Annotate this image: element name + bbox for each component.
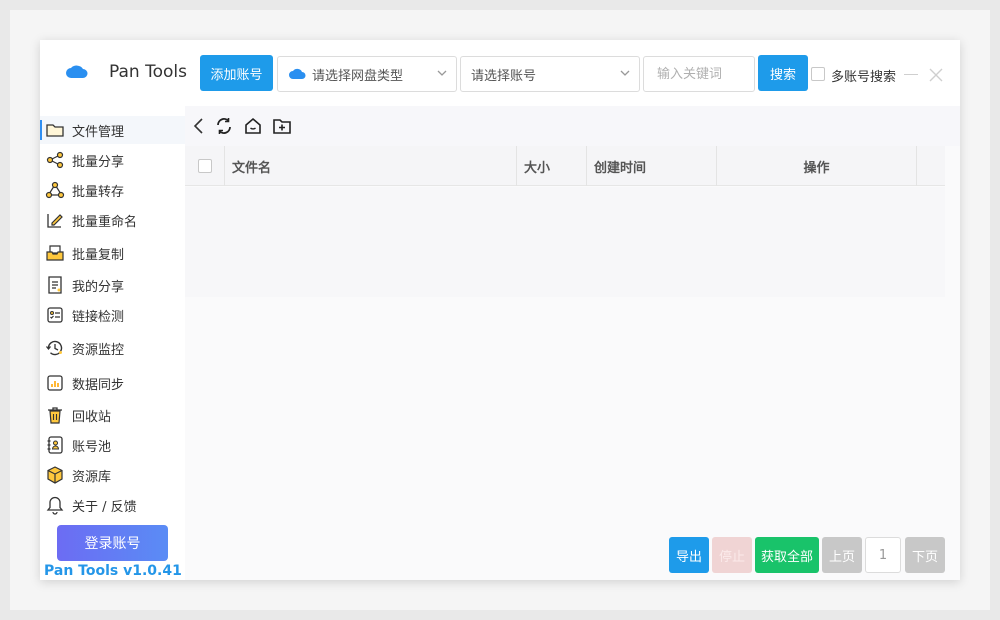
refresh-icon[interactable] xyxy=(214,116,234,136)
column-header-name[interactable]: 文件名 xyxy=(225,146,517,186)
disk-type-placeholder: 请选择网盘类型 xyxy=(312,68,404,84)
page-number-input[interactable]: 1 xyxy=(865,537,901,573)
rename-icon xyxy=(47,214,63,228)
bell-icon xyxy=(46,496,64,515)
column-header-actions: 操作 xyxy=(717,146,917,186)
cloud-logo-icon xyxy=(66,65,88,78)
sidebar-item-label: 批量转存 xyxy=(72,184,125,200)
sidebar-item-batch-share[interactable]: 批量分享 xyxy=(40,146,185,174)
disk-type-select[interactable]: 请选择网盘类型 xyxy=(277,56,457,92)
file-panel: 文件名 大小 创建时间 操作 导出 停止 获取全部 上页 1 下页 xyxy=(185,106,960,580)
keyword-input[interactable] xyxy=(643,56,755,92)
sidebar-item-label: 文件管理 xyxy=(72,124,125,140)
export-button[interactable]: 导出 xyxy=(669,537,709,573)
sidebar-item-resource-library[interactable]: 资源库 xyxy=(40,461,185,489)
multi-account-search-label: 多账号搜索 xyxy=(831,70,897,85)
app-window: Pan Tools 添加账号 请选择网盘类型 请选择账号 搜索 多账号搜索 文件… xyxy=(40,40,960,580)
copy-icon xyxy=(46,245,64,261)
sidebar-item-label: 资源监控 xyxy=(72,342,125,358)
chevron-down-icon xyxy=(437,70,447,76)
monitor-icon xyxy=(45,340,63,356)
column-header-created-time[interactable]: 创建时间 xyxy=(587,146,717,186)
login-account-button[interactable]: 登录账号 xyxy=(57,525,168,561)
file-table-header: 文件名 大小 创建时间 操作 xyxy=(185,146,945,186)
home-icon[interactable] xyxy=(243,116,263,136)
next-page-button[interactable]: 下页 xyxy=(905,537,945,573)
sidebar-item-label: 批量分享 xyxy=(72,154,125,170)
box-icon xyxy=(47,466,63,484)
sidebar-item-batch-transfer[interactable]: 批量转存 xyxy=(40,176,185,204)
back-icon[interactable] xyxy=(189,116,209,136)
close-icon[interactable] xyxy=(928,67,944,83)
account-select[interactable]: 请选择账号 xyxy=(460,56,640,92)
trash-icon xyxy=(48,407,62,424)
sidebar-item-label: 数据同步 xyxy=(72,377,125,393)
version-label: Pan Tools v1.0.41 xyxy=(44,563,182,579)
account-placeholder: 请选择账号 xyxy=(471,68,537,84)
sync-chart-icon xyxy=(47,375,63,391)
select-all-checkbox[interactable] xyxy=(197,159,212,173)
minimize-icon[interactable] xyxy=(904,74,918,75)
chevron-down-icon xyxy=(620,70,630,76)
share-icon xyxy=(46,151,64,169)
multi-account-search-checkbox[interactable] xyxy=(811,67,825,81)
sidebar-item-recycle-bin[interactable]: 回收站 xyxy=(40,401,185,429)
stop-button[interactable]: 停止 xyxy=(712,537,752,573)
column-header-size[interactable]: 大小 xyxy=(517,146,587,186)
file-toolbar xyxy=(185,106,960,146)
transfer-icon xyxy=(45,181,65,199)
sidebar-item-link-check[interactable]: 链接检测 xyxy=(40,301,185,329)
link-check-icon xyxy=(47,307,63,323)
add-account-button[interactable]: 添加账号 xyxy=(200,55,273,91)
get-all-button[interactable]: 获取全部 xyxy=(755,537,819,573)
sidebar-item-label: 批量复制 xyxy=(72,247,125,263)
sidebar-item-file-management[interactable]: 文件管理 xyxy=(40,116,185,144)
sidebar-item-label: 账号池 xyxy=(72,439,112,455)
sidebar-item-label: 链接检测 xyxy=(72,309,125,325)
sidebar-item-batch-copy[interactable]: 批量复制 xyxy=(40,239,185,267)
sidebar-item-about-feedback[interactable]: 关于 / 反馈 xyxy=(40,491,185,519)
file-table-body xyxy=(185,187,945,297)
sidebar-item-data-sync[interactable]: 数据同步 xyxy=(40,369,185,397)
sidebar-item-account-pool[interactable]: 账号池 xyxy=(40,431,185,459)
cloud-icon xyxy=(289,68,306,79)
select-all-cell xyxy=(185,146,225,186)
search-button[interactable]: 搜索 xyxy=(758,55,808,91)
folder-icon xyxy=(46,124,64,137)
sidebar-item-resource-monitor[interactable]: 资源监控 xyxy=(40,334,185,362)
new-folder-icon[interactable] xyxy=(272,116,292,136)
prev-page-button[interactable]: 上页 xyxy=(822,537,862,573)
sidebar: 文件管理 批量分享 批量转存 批量重命名 批量复制 我的分享 链接检测 资源监控… xyxy=(40,106,185,580)
sidebar-item-label: 回收站 xyxy=(72,409,112,425)
sidebar-item-label: 我的分享 xyxy=(72,279,125,295)
sidebar-item-label: 资源库 xyxy=(72,469,112,485)
account-pool-icon xyxy=(47,436,63,454)
sidebar-item-label: 关于 / 反馈 xyxy=(72,499,137,515)
my-share-icon xyxy=(48,276,62,294)
sidebar-item-label: 批量重命名 xyxy=(72,214,138,230)
app-title: Pan Tools xyxy=(109,62,187,82)
sidebar-item-batch-rename[interactable]: 批量重命名 xyxy=(40,206,185,234)
sidebar-item-my-share[interactable]: 我的分享 xyxy=(40,271,185,299)
